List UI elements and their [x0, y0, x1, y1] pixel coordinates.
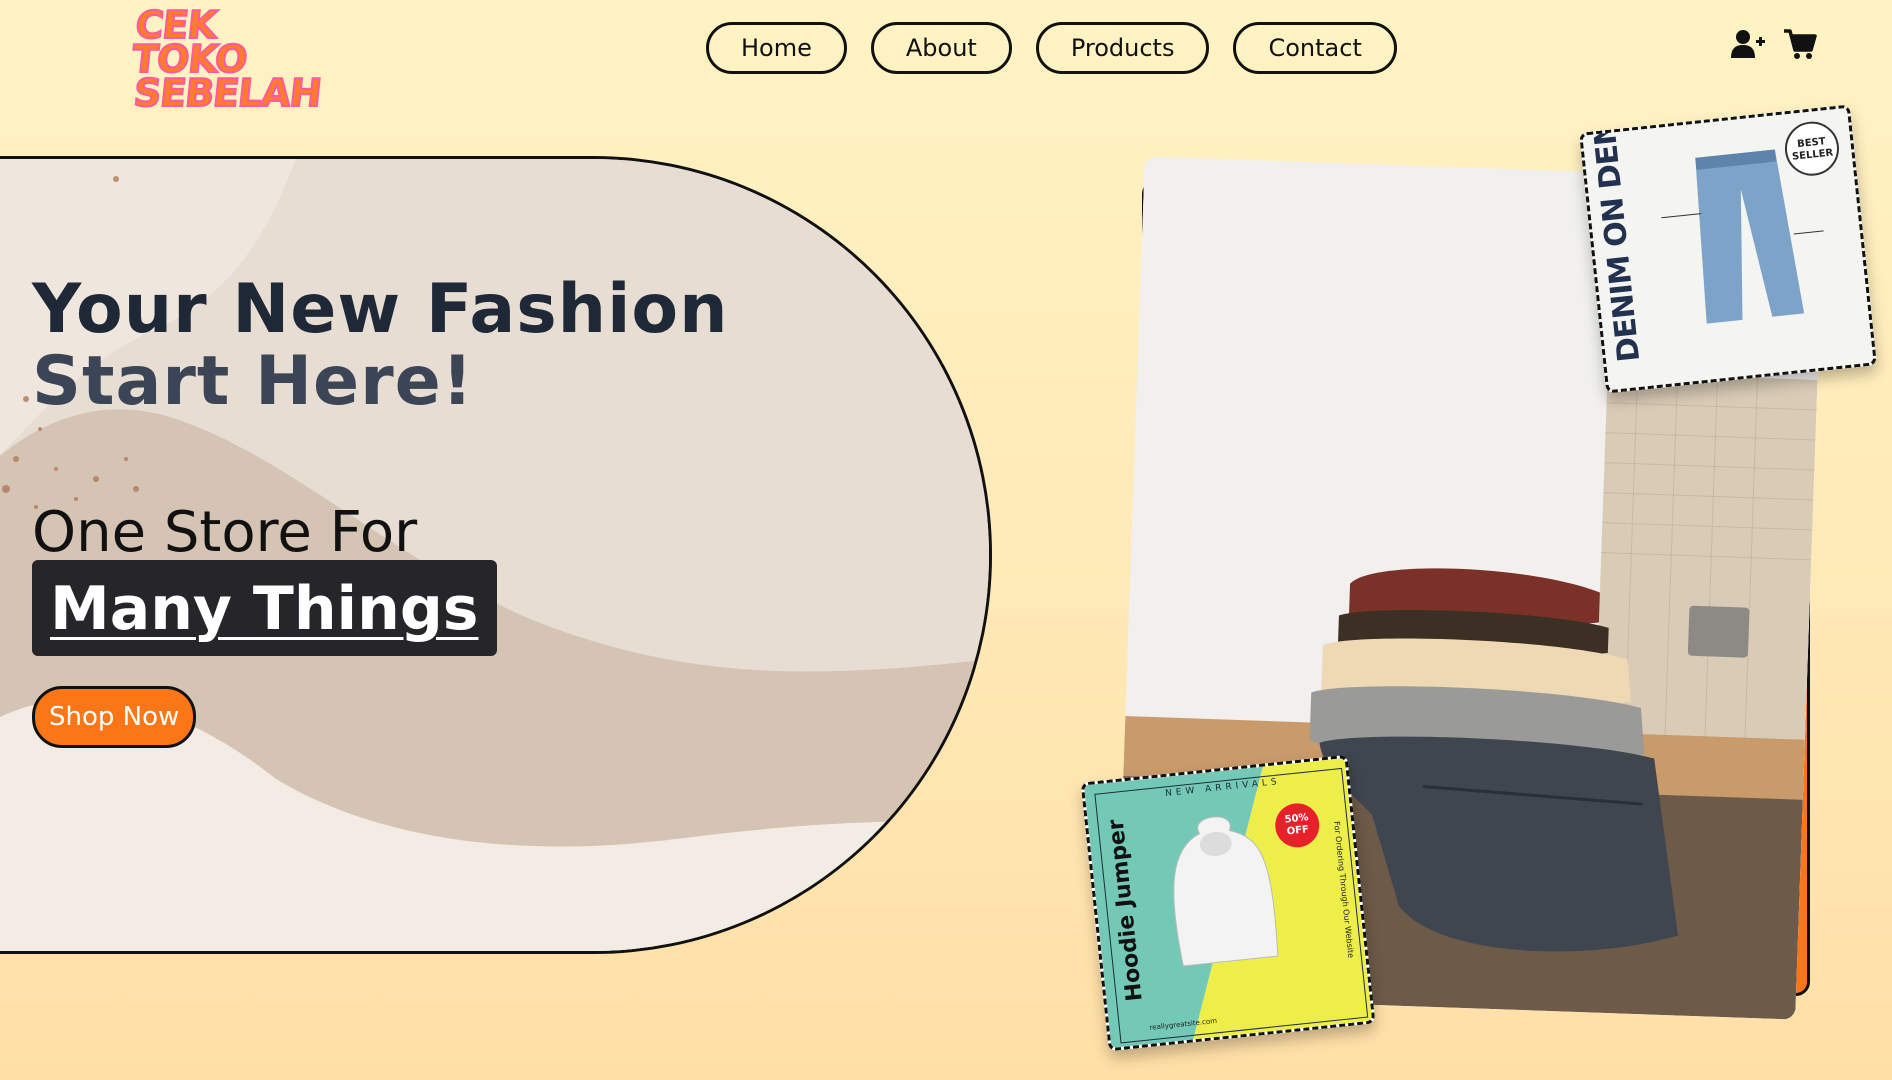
header-actions — [1730, 26, 1818, 62]
hero-tagline: One Store For — [32, 500, 418, 565]
hero-heading: Your New Fashion Start Here! — [32, 274, 729, 418]
denim-promo-card[interactable]: DENIM ON DENIM BEST SELLER — [1579, 104, 1877, 394]
logo-line-1: CEK TOKO — [129, 2, 250, 82]
hoodie-promo-card[interactable]: NEW ARRIVALS 50% OFF Hoodie Jumper For O… — [1080, 754, 1376, 1052]
shop-now-button[interactable]: Shop Now — [32, 686, 197, 748]
hero-tagline-highlight: Many Things — [32, 560, 497, 656]
nav-contact-link[interactable]: Contact — [1233, 22, 1397, 74]
hero-heading-line-2: Start Here! — [32, 342, 474, 421]
user-plus-icon[interactable] — [1730, 26, 1766, 62]
shopping-cart-icon[interactable] — [1782, 26, 1818, 62]
logo-line-2: SEBELAH — [131, 70, 324, 116]
hero-heading-line-1: Your New Fashion — [32, 270, 729, 349]
nav-about-link[interactable]: About — [870, 22, 1012, 74]
nav-home-link[interactable]: Home — [706, 22, 847, 74]
nav-products-link[interactable]: Products — [1035, 22, 1210, 74]
brand-logo[interactable]: CEK TOKO SEBELAH — [129, 2, 324, 116]
main-navigation: Home About Products Contact — [706, 22, 1397, 74]
